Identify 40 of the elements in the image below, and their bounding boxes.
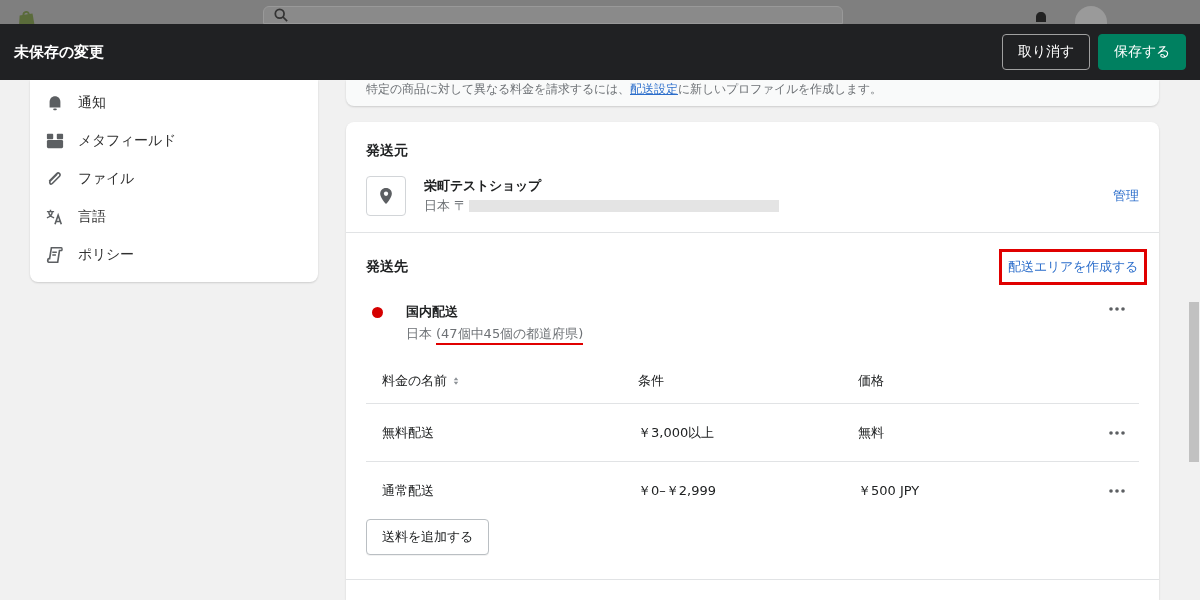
ellipsis-icon [1109, 430, 1125, 435]
scroll-icon [46, 246, 64, 264]
sidebar-item[interactable]: 通知 [46, 84, 302, 122]
create-zone-link[interactable]: 配送エリアを作成する [1008, 259, 1138, 274]
column-header: 価格 [857, 372, 885, 390]
shipping-settings-link[interactable]: 配送設定 [630, 82, 678, 96]
zone-detail: (47個中45個の都道府県) [436, 325, 584, 345]
zone-country: 日本 [406, 325, 432, 343]
scrollbar-thumb[interactable] [1189, 302, 1199, 462]
paperclip-icon [46, 170, 64, 188]
manage-link[interactable]: 管理 [1113, 187, 1139, 205]
section-heading: 発送先 [366, 258, 408, 276]
location-pin-icon [366, 176, 406, 216]
zone-name: 国内配送 [406, 303, 459, 321]
table-cell-text: ￥0–￥2,999 [637, 481, 717, 500]
table-cell-text: 無料配送 [381, 423, 435, 442]
ellipsis-icon [1109, 488, 1125, 493]
location-address: 日本 〒 [424, 197, 468, 215]
translate-icon [46, 208, 64, 226]
sidebar-item[interactable]: ファイル [46, 160, 302, 198]
save-button[interactable]: 保存する [1098, 34, 1186, 70]
section-heading: 発送元 [366, 142, 408, 158]
discard-button[interactable]: 取り消す [1002, 34, 1090, 70]
column-header[interactable]: 料金の名前 [366, 372, 618, 390]
location-name: 栄町テストショップ [424, 177, 543, 195]
profile-note: 特定の商品に対して異なる料金を請求するには、配送設定に新しいプロファイルを作成します。 [366, 81, 883, 98]
column-header: 条件 [637, 372, 665, 390]
folder-icon [46, 132, 64, 150]
add-rate-button[interactable]: 送料を追加する [366, 519, 489, 555]
table-cell-text: 無料 [857, 423, 885, 442]
ellipsis-icon [1109, 307, 1125, 311]
search-field[interactable] [263, 6, 843, 24]
table-cell-text: ￥500 JPY [857, 481, 921, 500]
bar-title: 未保存の変更 [14, 42, 104, 62]
sidebar-item[interactable]: 言語 [46, 198, 302, 236]
sidebar-item[interactable]: ポリシー [46, 236, 302, 274]
table-cell-text: ￥3,000以上 [637, 423, 716, 442]
sidebar-item[interactable]: メタフィールド [46, 122, 302, 160]
search-icon [274, 8, 288, 22]
table-cell-text: 通常配送 [381, 481, 435, 500]
